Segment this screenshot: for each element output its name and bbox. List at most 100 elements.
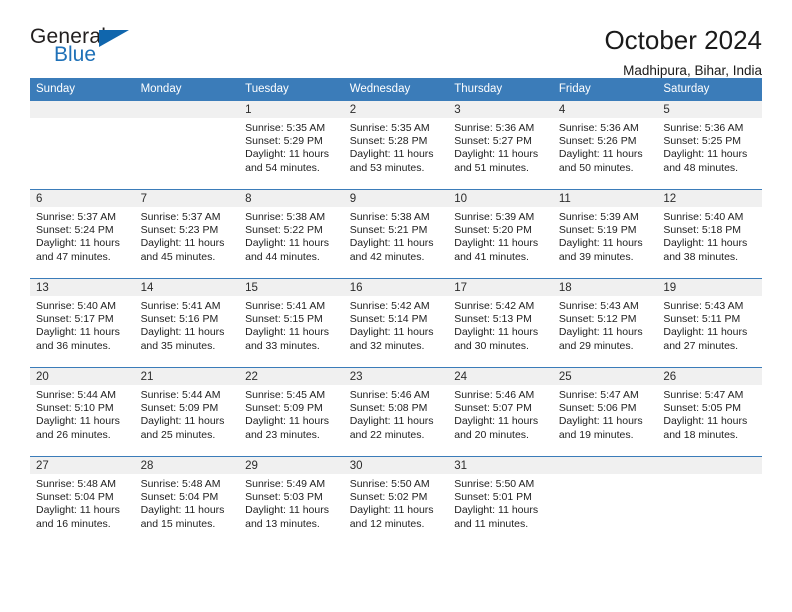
day-sunrise-text: Sunrise: 5:38 AM: [245, 211, 326, 223]
calendar-day-cell[interactable]: 24 Sunrise: 5:46 AM Sunset: 5:07 PM Dayligh…: [448, 367, 553, 457]
day-daylight-line2-text: and 48 minutes.: [663, 161, 739, 174]
day-daylight-line2-text: and 22 minutes.: [349, 428, 425, 441]
day-details: [553, 474, 658, 488]
day-sunrise-text: Sunrise: 5:50 AM: [349, 478, 430, 490]
day-daylight-line1-text: Daylight: 11 hours: [558, 415, 643, 428]
day-sunrise-text: Sunrise: 5:42 AM: [349, 300, 430, 312]
day-daylight-line1-text: Daylight: 11 hours: [663, 415, 748, 428]
calendar-day-cell[interactable]: 15 Sunrise: 5:41 AM Sunset: 5:15 PM Dayligh…: [239, 278, 344, 368]
calendar-day-cell[interactable]: 23 Sunrise: 5:46 AM Sunset: 5:08 PM Dayligh…: [343, 367, 449, 457]
calendar-day-cell[interactable]: 17 Sunrise: 5:42 AM Sunset: 5:13 PM Dayligh…: [448, 278, 553, 368]
calendar-day-cell[interactable]: 14 Sunrise: 5:41 AM Sunset: 5:16 PM Dayligh…: [134, 278, 240, 368]
day-daylight-line1-text: Daylight: 11 hours: [349, 148, 434, 161]
day-daylight-line1-text: Daylight: 11 hours: [454, 148, 539, 161]
calendar-day-cell[interactable]: 4 Sunrise: 5:36 AM Sunset: 5:26 PM Daylight…: [552, 100, 658, 190]
day-daylight-line2-text: and 54 minutes.: [245, 161, 320, 174]
day-daylight-line2-text: and 41 minutes.: [454, 250, 529, 263]
day-sunset-text: Sunset: 5:14 PM: [349, 313, 428, 326]
day-daylight-line2-text: and 12 minutes.: [349, 517, 425, 530]
day-sunrise-text: Sunrise: 5:37 AM: [140, 211, 221, 223]
calendar-day-cell[interactable]: 18 Sunrise: 5:43 AM Sunset: 5:12 PM Dayligh…: [552, 278, 658, 368]
calendar-day-cell[interactable]: 19 Sunrise: 5:43 AM Sunset: 5:11 PM Dayligh…: [657, 278, 762, 368]
calendar-day-cell[interactable]: 7 Sunrise: 5:37 AM Sunset: 5:23 PM Daylight…: [134, 189, 240, 279]
day-details: Sunrise: 5:47 AM Sunset: 5:06 PM Daylight:…: [553, 385, 658, 442]
calendar-body: 1 Sunrise: 5:35 AM Sunset: 5:29 PM Daylight…: [30, 100, 762, 546]
calendar-day-cell[interactable]: 20 Sunrise: 5:44 AM Sunset: 5:10 PM Dayligh…: [30, 367, 135, 457]
day-details: Sunrise: 5:37 AM Sunset: 5:23 PM Daylight:…: [135, 207, 240, 264]
day-sunrise-text: Sunrise: 5:49 AM: [245, 478, 326, 490]
calendar-day-cell[interactable]: 26 Sunrise: 5:47 AM Sunset: 5:05 PM Dayligh…: [657, 367, 762, 457]
day-details: Sunrise: 5:40 AM Sunset: 5:17 PM Daylight:…: [30, 296, 135, 353]
day-daylight-line2-text: and 19 minutes.: [558, 428, 634, 441]
day-daylight-line2-text: and 18 minutes.: [663, 428, 739, 441]
calendar-day-cell[interactable]: 13 Sunrise: 5:40 AM Sunset: 5:17 PM Dayligh…: [30, 278, 135, 368]
day-daylight-line2-text: and 11 minutes.: [454, 517, 529, 530]
day-number: 27: [30, 457, 135, 474]
day-details: Sunrise: 5:41 AM Sunset: 5:15 PM Daylight:…: [239, 296, 344, 353]
calendar-day-cell[interactable]: 10 Sunrise: 5:39 AM Sunset: 5:20 PM Dayligh…: [448, 189, 553, 279]
day-sunrise-text: Sunrise: 5:36 AM: [454, 122, 535, 134]
calendar-day-cell[interactable]: 22 Sunrise: 5:45 AM Sunset: 5:09 PM Dayligh…: [239, 367, 344, 457]
calendar-day-cell[interactable]: 1 Sunrise: 5:35 AM Sunset: 5:29 PM Daylight…: [239, 100, 344, 190]
day-number: 23: [343, 368, 449, 385]
calendar-day-cell[interactable]: 31 Sunrise: 5:50 AM Sunset: 5:01 PM Dayligh…: [448, 456, 553, 546]
day-sunset-text: Sunset: 5:04 PM: [36, 491, 114, 504]
day-daylight-line1-text: Daylight: 11 hours: [245, 148, 329, 161]
day-daylight-line2-text: and 32 minutes.: [349, 339, 425, 352]
calendar-day-cell[interactable]: 21 Sunrise: 5:44 AM Sunset: 5:09 PM Dayligh…: [134, 367, 240, 457]
day-number: 26: [657, 368, 762, 385]
calendar-week-row: 6 Sunrise: 5:37 AM Sunset: 5:24 PM Daylight…: [30, 189, 762, 279]
page-title: October 2024: [604, 25, 762, 55]
day-sunrise-text: Sunrise: 5:48 AM: [36, 478, 116, 490]
day-details: Sunrise: 5:47 AM Sunset: 5:05 PM Daylight:…: [657, 385, 762, 442]
day-daylight-line2-text: and 42 minutes.: [349, 250, 425, 263]
day-daylight-line1-text: Daylight: 11 hours: [140, 237, 225, 250]
day-sunrise-text: Sunrise: 5:44 AM: [36, 389, 116, 401]
day-details: Sunrise: 5:42 AM Sunset: 5:14 PM Daylight:…: [344, 296, 449, 353]
day-daylight-line2-text: and 30 minutes.: [454, 339, 529, 352]
day-daylight-line2-text: and 38 minutes.: [663, 250, 739, 263]
calendar-week-row: 1 Sunrise: 5:35 AM Sunset: 5:29 PM Daylight…: [30, 100, 762, 190]
day-daylight-line1-text: Daylight: 11 hours: [454, 326, 539, 339]
day-details: Sunrise: 5:48 AM Sunset: 5:04 PM Daylight:…: [30, 474, 135, 531]
day-sunrise-text: Sunrise: 5:38 AM: [349, 211, 430, 223]
calendar-day-cell[interactable]: 27 Sunrise: 5:48 AM Sunset: 5:04 PM Dayligh…: [30, 456, 135, 546]
calendar-day-cell[interactable]: 6 Sunrise: 5:37 AM Sunset: 5:24 PM Daylight…: [30, 189, 135, 279]
weekday-header-row: Sunday Monday Tuesday Wednesday Thursday…: [30, 78, 762, 101]
day-number: 13: [30, 279, 135, 296]
day-number: 9: [343, 190, 449, 207]
calendar-day-cell[interactable]: 30 Sunrise: 5:50 AM Sunset: 5:02 PM Dayligh…: [343, 456, 449, 546]
general-blue-logo[interactable]: General Blue: [30, 26, 150, 74]
calendar-day-cell[interactable]: 16 Sunrise: 5:42 AM Sunset: 5:14 PM Dayligh…: [343, 278, 449, 368]
day-number: 29: [239, 457, 344, 474]
day-details: Sunrise: 5:36 AM Sunset: 5:27 PM Daylight:…: [448, 118, 553, 175]
calendar-week-row: 13 Sunrise: 5:40 AM Sunset: 5:17 PM Dayligh…: [30, 278, 762, 368]
weekday-header-wednesday: Wednesday: [343, 78, 449, 101]
calendar-day-cell[interactable]: 3 Sunrise: 5:36 AM Sunset: 5:27 PM Daylight…: [448, 100, 553, 190]
day-daylight-line1-text: Daylight: 11 hours: [558, 237, 643, 250]
day-daylight-line1-text: Daylight: 11 hours: [36, 237, 120, 250]
day-number: 4: [552, 101, 658, 118]
calendar-day-cell[interactable]: 8 Sunrise: 5:38 AM Sunset: 5:22 PM Daylight…: [239, 189, 344, 279]
day-details: [30, 118, 135, 132]
day-sunset-text: Sunset: 5:08 PM: [349, 402, 428, 415]
calendar-day-cell[interactable]: 29 Sunrise: 5:49 AM Sunset: 5:03 PM Dayligh…: [239, 456, 344, 546]
weekday-header-thursday: Thursday: [448, 78, 553, 101]
calendar-day-cell[interactable]: 9 Sunrise: 5:38 AM Sunset: 5:21 PM Daylight…: [343, 189, 449, 279]
calendar-day-cell[interactable]: 11 Sunrise: 5:39 AM Sunset: 5:19 PM Dayligh…: [552, 189, 658, 279]
weekday-header-sunday: Sunday: [30, 78, 135, 101]
day-daylight-line1-text: Daylight: 11 hours: [140, 326, 225, 339]
day-number: 30: [343, 457, 449, 474]
calendar-day-cell[interactable]: 28 Sunrise: 5:48 AM Sunset: 5:04 PM Dayligh…: [134, 456, 240, 546]
calendar-day-cell[interactable]: 5 Sunrise: 5:36 AM Sunset: 5:25 PM Daylight…: [657, 100, 762, 190]
day-daylight-line2-text: and 50 minutes.: [558, 161, 634, 174]
day-number: 19: [657, 279, 762, 296]
calendar-day-cell[interactable]: 12 Sunrise: 5:40 AM Sunset: 5:18 PM Dayligh…: [657, 189, 762, 279]
calendar-day-cell[interactable]: 2 Sunrise: 5:35 AM Sunset: 5:28 PM Daylight…: [343, 100, 449, 190]
day-sunset-text: Sunset: 5:11 PM: [663, 313, 741, 326]
day-sunrise-text: Sunrise: 5:40 AM: [36, 300, 116, 312]
day-daylight-line2-text: and 47 minutes.: [36, 250, 111, 263]
day-details: Sunrise: 5:37 AM Sunset: 5:24 PM Daylight:…: [30, 207, 135, 264]
day-sunset-text: Sunset: 5:09 PM: [245, 402, 323, 415]
calendar-day-cell[interactable]: 25 Sunrise: 5:47 AM Sunset: 5:06 PM Dayligh…: [552, 367, 658, 457]
